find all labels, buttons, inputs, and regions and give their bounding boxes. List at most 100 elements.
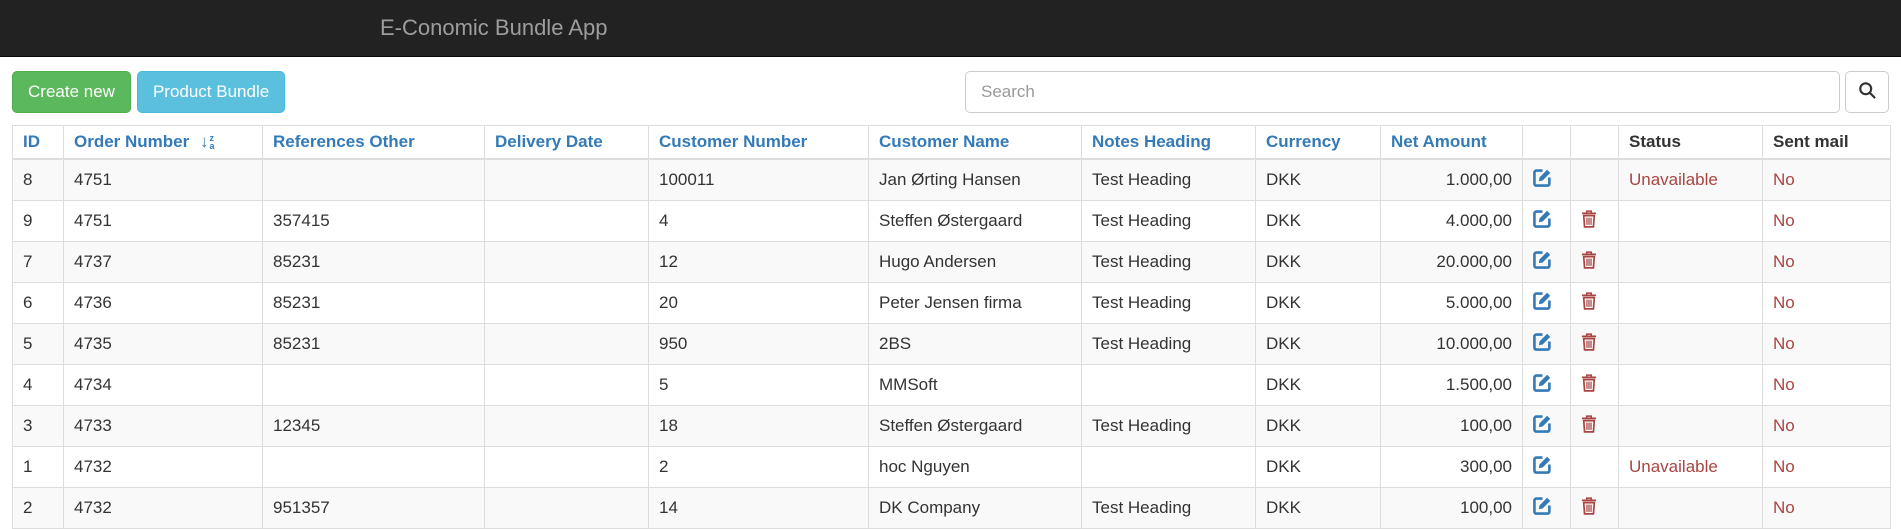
- edit-row-button[interactable]: [1533, 209, 1552, 228]
- column-header-status: Status: [1618, 125, 1763, 160]
- delete-row-button[interactable]: [1581, 209, 1597, 228]
- delete-row-button[interactable]: [1581, 291, 1597, 310]
- cell-edit: [1522, 323, 1571, 365]
- edit-row-button[interactable]: [1533, 250, 1552, 269]
- edit-row-button[interactable]: [1533, 373, 1552, 392]
- cell-currency: DKK: [1255, 282, 1381, 324]
- cell-customer_number: 100011: [648, 158, 869, 201]
- delete-row-button[interactable]: [1581, 373, 1597, 392]
- column-header-order_number[interactable]: Order Number ↓ z a: [63, 125, 263, 160]
- column-header-delivery_date[interactable]: Delivery Date: [484, 125, 649, 160]
- cell-delete: [1570, 446, 1619, 488]
- cell-currency: DKK: [1255, 364, 1381, 406]
- edit-row-button[interactable]: [1533, 291, 1552, 310]
- sort-alpha-desc-icon: ↓ z a: [199, 132, 215, 151]
- product-bundle-button[interactable]: Product Bundle: [136, 71, 286, 113]
- table-row: 8 4751 100011 Jan Ørting Hansen Test Heading…: [12, 158, 1891, 201]
- cell-net_amount: 1.000,00: [1380, 158, 1523, 201]
- cell-edit: [1522, 282, 1571, 324]
- column-header-delete: [1570, 125, 1619, 160]
- delete-row-button[interactable]: [1581, 250, 1597, 269]
- cell-delete: [1570, 241, 1619, 283]
- delete-row-button[interactable]: [1581, 496, 1597, 515]
- cell-delivery_date: [484, 241, 649, 283]
- delete-row-button[interactable]: [1581, 332, 1597, 351]
- cell-order_number: 4736: [63, 282, 263, 324]
- cell-order_number: 4734: [63, 364, 263, 406]
- cell-currency: DKK: [1255, 323, 1381, 365]
- cell-order_number: 4751: [63, 158, 263, 201]
- cell-order_number: 4732: [63, 446, 263, 488]
- column-header-id[interactable]: ID: [12, 125, 64, 160]
- cell-sent_mail: No: [1762, 282, 1891, 324]
- cell-customer_number: 12: [648, 241, 869, 283]
- cell-edit: [1522, 364, 1571, 406]
- cell-currency: DKK: [1255, 241, 1381, 283]
- cell-notes_heading: Test Heading: [1081, 323, 1256, 365]
- cell-delivery_date: [484, 364, 649, 406]
- table-row: 3 4733 12345 18 Steffen Østergaard Test Headi…: [12, 405, 1891, 447]
- cell-edit: [1522, 487, 1571, 529]
- cell-customer_name: Hugo Andersen: [868, 241, 1082, 283]
- cell-id: 7: [12, 241, 64, 283]
- cell-status: Unavailable: [1618, 446, 1763, 488]
- cell-delete: [1570, 282, 1619, 324]
- column-header-edit: [1522, 125, 1571, 160]
- cell-id: 4: [12, 364, 64, 406]
- cell-sent_mail: No: [1762, 323, 1891, 365]
- cell-id: 8: [12, 158, 64, 201]
- cell-customer_name: hoc Nguyen: [868, 446, 1082, 488]
- cell-sent_mail: No: [1762, 364, 1891, 406]
- cell-references_other: [262, 364, 485, 406]
- cell-edit: [1522, 446, 1571, 488]
- table-row: 7 4737 85231 12 Hugo Andersen Test Heading DKK…: [12, 241, 1891, 283]
- delete-row-button[interactable]: [1581, 414, 1597, 433]
- main-content: Create new Product Bundle IDOrder Number…: [0, 71, 1901, 529]
- cell-status: [1618, 405, 1763, 447]
- edit-row-button[interactable]: [1533, 168, 1552, 187]
- cell-order_number: 4732: [63, 487, 263, 529]
- edit-row-button[interactable]: [1533, 414, 1552, 433]
- cell-customer_name: 2BS: [868, 323, 1082, 365]
- cell-status: [1618, 282, 1763, 324]
- cell-references_other: 85231: [262, 282, 485, 324]
- cell-delivery_date: [484, 282, 649, 324]
- cell-net_amount: 20.000,00: [1380, 241, 1523, 283]
- cell-references_other: 951357: [262, 487, 485, 529]
- column-header-notes_heading[interactable]: Notes Heading: [1081, 125, 1256, 160]
- app-title[interactable]: E-Conomic Bundle App: [380, 0, 607, 56]
- column-header-net_amount[interactable]: Net Amount: [1380, 125, 1523, 160]
- cell-customer_number: 5: [648, 364, 869, 406]
- column-header-currency[interactable]: Currency: [1255, 125, 1381, 160]
- table-row: 2 4732 951357 14 DK Company Test Heading DKK 10…: [12, 487, 1891, 529]
- cell-notes_heading: Test Heading: [1081, 282, 1256, 324]
- column-header-references_other[interactable]: References Other: [262, 125, 485, 160]
- edit-row-button[interactable]: [1533, 455, 1552, 474]
- column-header-customer_name[interactable]: Customer Name: [868, 125, 1082, 160]
- cell-net_amount: 100,00: [1380, 405, 1523, 447]
- cell-customer_name: Steffen Østergaard: [868, 405, 1082, 447]
- cell-delete: [1570, 364, 1619, 406]
- cell-delete: [1570, 158, 1619, 201]
- cell-references_other: [262, 158, 485, 201]
- column-header-sent_mail: Sent mail: [1762, 125, 1891, 160]
- column-header-customer_number[interactable]: Customer Number: [648, 125, 869, 160]
- search-button[interactable]: [1845, 71, 1889, 113]
- cell-delivery_date: [484, 200, 649, 242]
- cell-notes_heading: Test Heading: [1081, 200, 1256, 242]
- create-new-button[interactable]: Create new: [12, 71, 131, 113]
- cell-id: 5: [12, 323, 64, 365]
- edit-row-button[interactable]: [1533, 332, 1552, 351]
- cell-edit: [1522, 200, 1571, 242]
- search-input[interactable]: [965, 71, 1840, 113]
- cell-customer_name: MMSoft: [868, 364, 1082, 406]
- edit-row-button[interactable]: [1533, 496, 1552, 515]
- cell-customer_number: 14: [648, 487, 869, 529]
- cell-references_other: 85231: [262, 323, 485, 365]
- cell-customer_number: 4: [648, 200, 869, 242]
- cell-notes_heading: Test Heading: [1081, 405, 1256, 447]
- cell-id: 6: [12, 282, 64, 324]
- cell-delete: [1570, 323, 1619, 365]
- cell-currency: DKK: [1255, 405, 1381, 447]
- cell-notes_heading: [1081, 364, 1256, 406]
